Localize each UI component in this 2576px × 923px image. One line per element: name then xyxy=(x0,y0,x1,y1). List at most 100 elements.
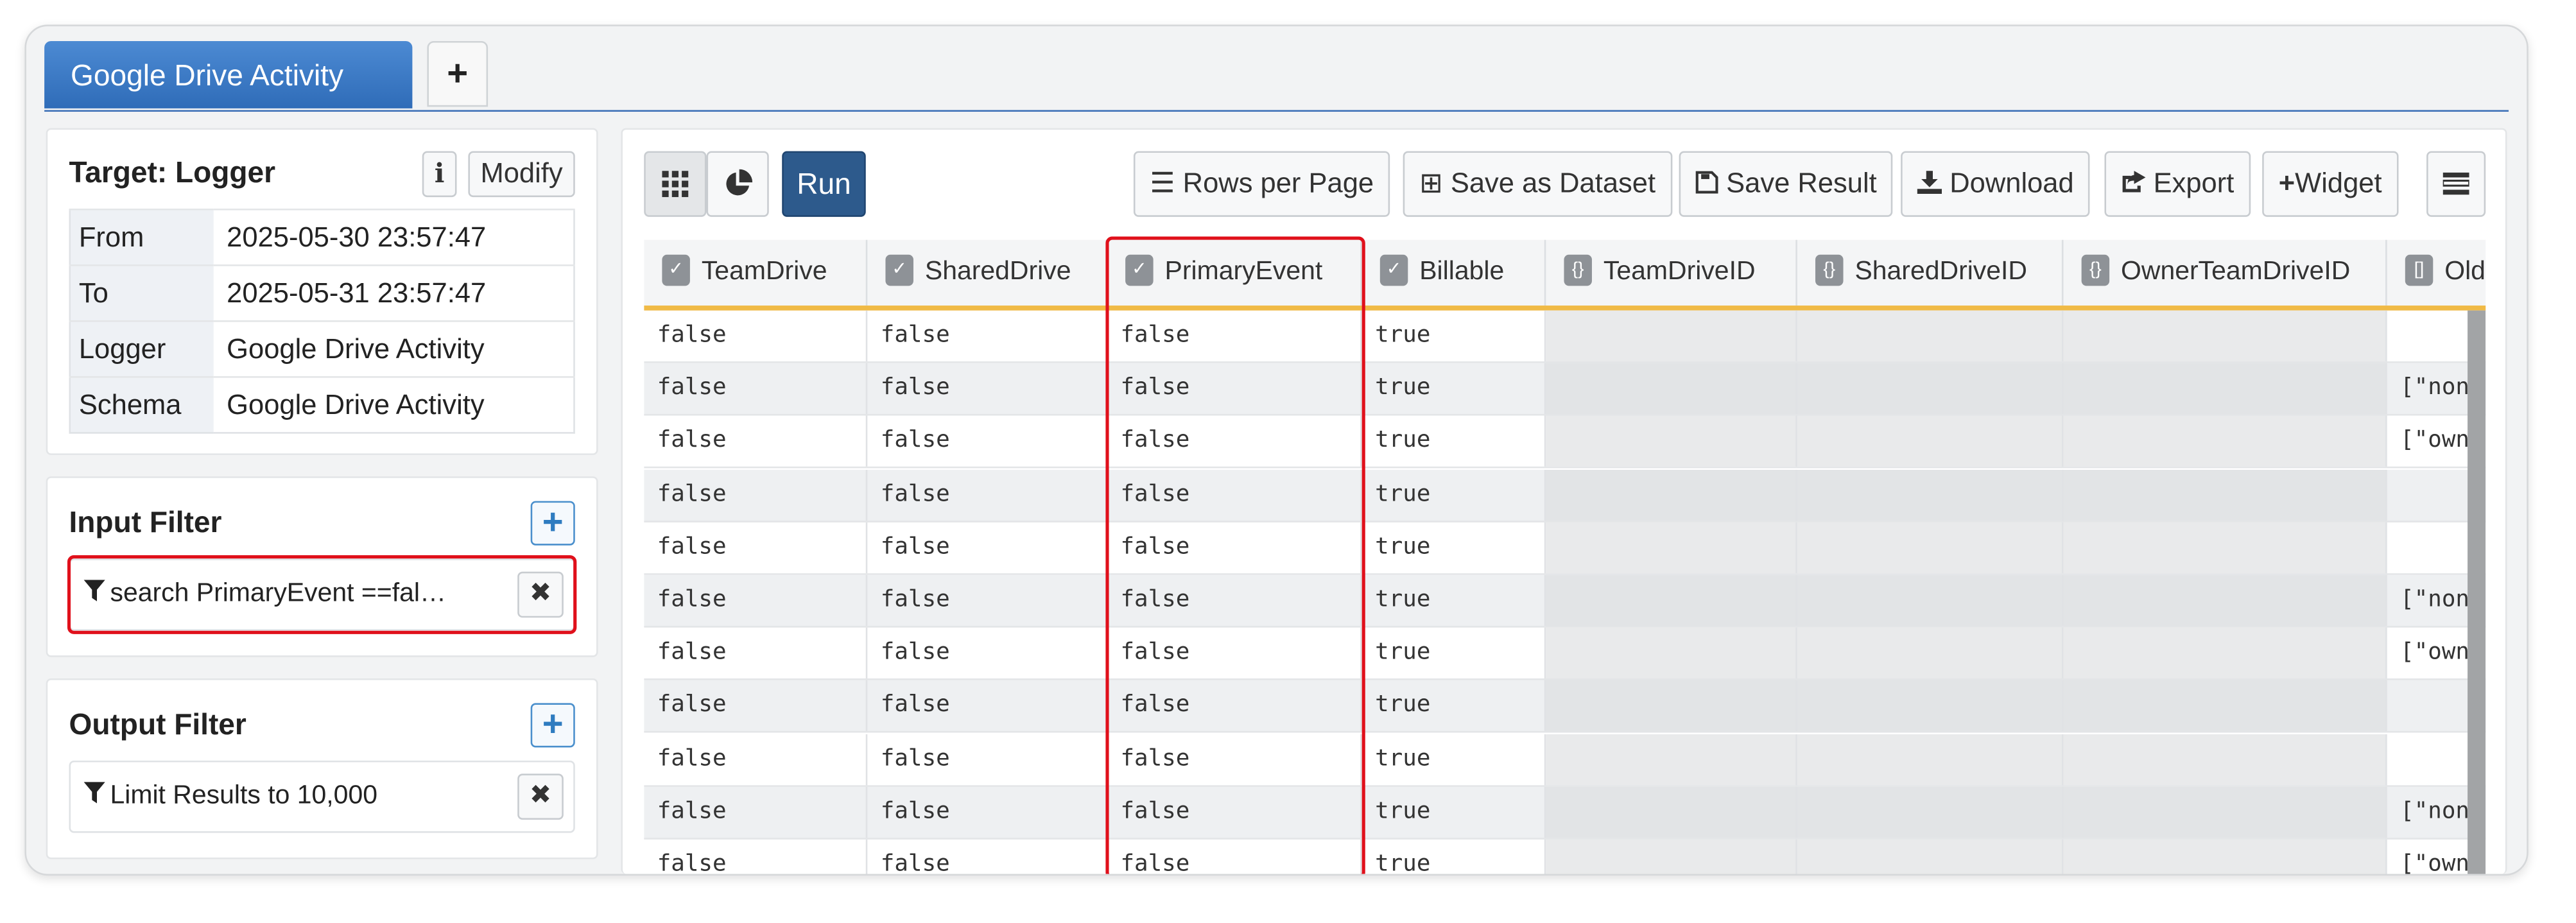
column-type-icon[interactable]: {} xyxy=(2081,255,2110,286)
table-row[interactable]: false false false true ["non xyxy=(644,574,2486,628)
table-cell[interactable] xyxy=(1546,628,1797,679)
column-header-primaryevent[interactable]: ✓ PrimaryEvent xyxy=(1107,239,1362,306)
table-cell[interactable]: false xyxy=(1107,786,1362,838)
table-cell[interactable]: false xyxy=(644,786,868,838)
table-cell[interactable]: false xyxy=(644,363,868,415)
table-cell[interactable]: true xyxy=(1362,574,1546,626)
table-row[interactable]: false false false true xyxy=(644,469,2486,522)
table-cell[interactable]: false xyxy=(867,786,1107,838)
table-cell[interactable] xyxy=(1546,469,1797,521)
column-header-shareddrive[interactable]: ✓ SharedDrive xyxy=(867,239,1107,306)
table-cell[interactable] xyxy=(1546,416,1797,467)
table-cell[interactable] xyxy=(2063,522,2387,573)
table-cell[interactable]: false xyxy=(644,522,868,573)
table-cell[interactable] xyxy=(2063,574,2387,626)
table-row[interactable]: false false false true xyxy=(644,310,2486,363)
table-row[interactable]: false false false true xyxy=(644,680,2486,734)
table-cell[interactable]: true xyxy=(1362,469,1546,521)
table-cell[interactable]: false xyxy=(867,628,1107,679)
table-cell[interactable] xyxy=(1546,574,1797,626)
table-cell[interactable] xyxy=(1797,839,2064,874)
table-cell[interactable] xyxy=(2063,839,2387,874)
column-type-icon[interactable]: ✓ xyxy=(885,255,913,286)
column-type-icon[interactable]: {} xyxy=(1815,255,1844,286)
table-cell[interactable]: true xyxy=(1362,310,1546,362)
table-cell[interactable]: false xyxy=(644,628,868,679)
remove-input-filter-button[interactable]: ✖ xyxy=(517,571,564,618)
table-cell[interactable] xyxy=(1797,733,2064,785)
export-button[interactable]: Export xyxy=(2104,151,2251,217)
column-type-icon[interactable]: ✓ xyxy=(1125,255,1154,286)
table-cell[interactable] xyxy=(1797,680,2064,732)
column-type-icon[interactable]: ✓ xyxy=(662,255,690,286)
column-header-shareddriveid[interactable]: {} SharedDriveID xyxy=(1797,239,2064,306)
table-cell[interactable] xyxy=(1546,680,1797,732)
table-cell[interactable]: false xyxy=(644,310,868,362)
table-row[interactable]: false false false true ["non xyxy=(644,363,2486,416)
table-cell[interactable]: false xyxy=(644,574,868,626)
table-cell[interactable]: false xyxy=(1107,680,1362,732)
column-header-teamdrive[interactable]: ✓ TeamDrive xyxy=(644,239,868,306)
table-cell[interactable]: false xyxy=(644,839,868,874)
table-cell[interactable] xyxy=(2063,363,2387,415)
table-cell[interactable]: false xyxy=(644,469,868,521)
table-cell[interactable] xyxy=(1546,363,1797,415)
input-filter-item[interactable]: search PrimaryEvent ==fal… ✖ xyxy=(69,558,575,631)
table-cell[interactable]: false xyxy=(644,733,868,785)
table-row[interactable]: false false false true ["non xyxy=(644,786,2486,840)
table-row[interactable]: false false false true xyxy=(644,522,2486,575)
vertical-scrollbar[interactable] xyxy=(2468,310,2486,874)
modify-button[interactable]: Modify xyxy=(468,151,575,198)
table-cell[interactable] xyxy=(2063,469,2387,521)
column-type-icon[interactable]: [] xyxy=(2405,255,2433,286)
table-row[interactable]: false false false true ["own xyxy=(644,416,2486,469)
table-cell[interactable] xyxy=(1797,469,2064,521)
table-cell[interactable]: false xyxy=(867,469,1107,521)
table-cell[interactable]: true xyxy=(1362,839,1546,874)
table-cell[interactable]: true xyxy=(1362,522,1546,573)
rows-per-page-button[interactable]: ☰ Rows per Page xyxy=(1133,151,1390,217)
column-header-billable[interactable]: ✓ Billable xyxy=(1362,239,1546,306)
table-cell[interactable] xyxy=(1546,786,1797,838)
output-filter-item[interactable]: Limit Results to 10,000 ✖ xyxy=(69,760,575,833)
table-cell[interactable]: true xyxy=(1362,680,1546,732)
table-cell[interactable]: false xyxy=(1107,839,1362,874)
table-cell[interactable]: true xyxy=(1362,416,1546,467)
table-cell[interactable] xyxy=(2063,786,2387,838)
widget-button[interactable]: +Widget xyxy=(2262,151,2399,217)
table-cell[interactable] xyxy=(1546,733,1797,785)
chart-view-button[interactable] xyxy=(706,151,769,217)
remove-output-filter-button[interactable]: ✖ xyxy=(517,773,564,820)
table-cell[interactable]: false xyxy=(867,310,1107,362)
column-header-teamdriveid[interactable]: {} TeamDriveID xyxy=(1546,239,1797,306)
table-cell[interactable]: false xyxy=(644,680,868,732)
tab-google-drive-activity[interactable]: Google Drive Activity xyxy=(44,40,413,108)
table-cell[interactable]: false xyxy=(1107,416,1362,467)
add-output-filter-button[interactable]: + xyxy=(530,703,575,748)
column-type-icon[interactable]: {} xyxy=(1564,255,1592,286)
table-cell[interactable] xyxy=(1797,363,2064,415)
table-cell[interactable] xyxy=(1546,310,1797,362)
table-cell[interactable]: false xyxy=(1107,733,1362,785)
table-cell[interactable]: false xyxy=(867,574,1107,626)
table-cell[interactable]: true xyxy=(1362,363,1546,415)
column-header-ownerteamdriveid[interactable]: {} OwnerTeamDriveID xyxy=(2063,239,2387,306)
table-cell[interactable] xyxy=(1797,310,2064,362)
table-cell[interactable]: false xyxy=(1107,310,1362,362)
download-button[interactable]: Download xyxy=(1901,151,2091,217)
table-cell[interactable] xyxy=(2063,310,2387,362)
grid-view-button[interactable] xyxy=(644,151,707,217)
table-cell[interactable]: false xyxy=(867,522,1107,573)
column-type-icon[interactable]: ✓ xyxy=(1379,255,1408,286)
table-cell[interactable] xyxy=(1546,522,1797,573)
table-cell[interactable] xyxy=(1797,522,2064,573)
run-button[interactable]: Run xyxy=(782,151,866,217)
table-cell[interactable]: true xyxy=(1362,733,1546,785)
table-cell[interactable] xyxy=(1797,574,2064,626)
table-cell[interactable]: false xyxy=(1107,628,1362,679)
table-cell[interactable] xyxy=(1797,628,2064,679)
table-row[interactable]: false false false true ["own xyxy=(644,628,2486,681)
table-cell[interactable]: false xyxy=(867,839,1107,874)
table-cell[interactable]: true xyxy=(1362,628,1546,679)
table-cell[interactable]: false xyxy=(1107,522,1362,573)
